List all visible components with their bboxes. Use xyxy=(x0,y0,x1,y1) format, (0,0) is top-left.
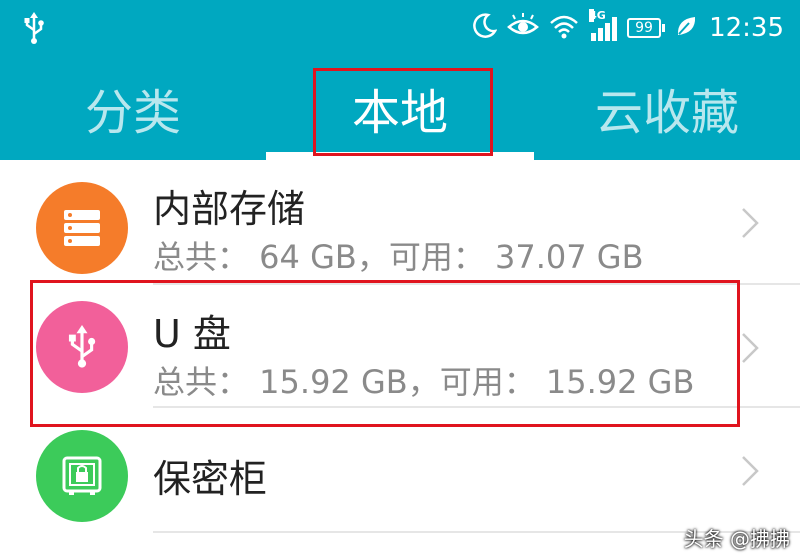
storage-item-internal[interactable]: 内部存储 总共： 64 GB，可用： 37.07 GB xyxy=(0,160,800,285)
battery-level: 99 xyxy=(627,18,662,38)
chevron-right-icon xyxy=(740,206,760,244)
tab-category[interactable]: 分类 xyxy=(0,55,266,160)
signal-icon: 4G xyxy=(589,9,618,41)
usb-icon xyxy=(36,301,128,393)
status-bar: 4G 99 12:35 xyxy=(0,0,800,55)
leaf-icon xyxy=(675,14,697,42)
storage-capacity: 总共： 15.92 GB，可用： 15.92 GB xyxy=(153,363,695,401)
storage-title: U 盘 xyxy=(153,312,231,356)
storage-title: 内部存储 xyxy=(153,187,306,231)
eye-icon xyxy=(507,13,539,43)
safe-icon xyxy=(36,430,128,522)
server-icon xyxy=(36,182,128,274)
tab-bar: 分类 本地 云收藏 xyxy=(0,55,800,160)
tab-cloud-favorites[interactable]: 云收藏 xyxy=(534,55,800,160)
chevron-right-icon xyxy=(740,454,760,492)
storage-capacity: 总共： 64 GB，可用： 37.07 GB xyxy=(153,238,644,276)
usb-icon xyxy=(22,12,46,48)
status-time: 12:35 xyxy=(709,13,784,43)
app-header: 4G 99 12:35 分类 本地 云收藏 xyxy=(0,0,800,160)
storage-item-vault[interactable]: 保密柜 xyxy=(0,410,800,535)
status-icons: 4G 99 12:35 xyxy=(461,8,784,48)
divider xyxy=(153,406,800,408)
tab-local[interactable]: 本地 xyxy=(266,55,534,160)
network-type: 4G xyxy=(589,9,606,22)
watermark: 头条 @拂拂 xyxy=(683,527,790,551)
moon-icon xyxy=(471,13,498,43)
tab-indicator xyxy=(266,152,534,160)
storage-title: 保密柜 xyxy=(153,457,268,501)
battery-icon: 99 xyxy=(627,18,666,38)
storage-item-usb[interactable]: U 盘 总共： 15.92 GB，可用： 15.92 GB xyxy=(0,285,800,410)
chevron-right-icon xyxy=(740,331,760,369)
wifi-icon xyxy=(549,13,579,43)
